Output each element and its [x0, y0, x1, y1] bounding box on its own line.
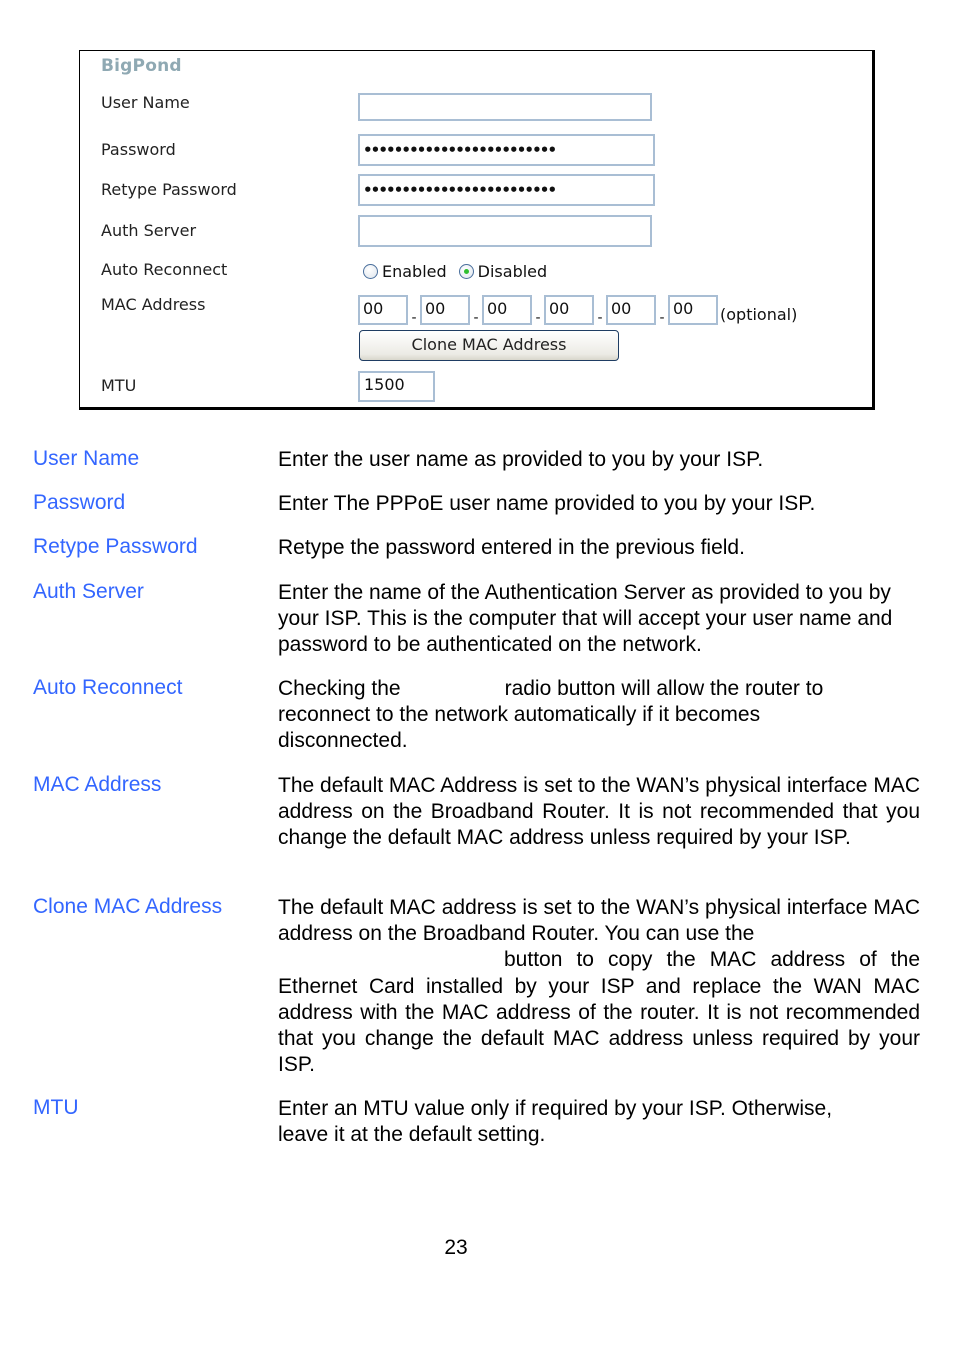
mac-octet-5-input[interactable]: 00 — [606, 295, 656, 325]
mac-separator: - — [473, 310, 479, 326]
desc-mac-address: The default MAC Address is set to the WA… — [278, 774, 920, 850]
auto-reconnect-radio-group: Enabled Disabled — [363, 262, 559, 281]
desc-password: Enter The PPPoE user name provided to yo… — [278, 492, 816, 515]
panel-title: BigPond — [101, 56, 182, 76]
desc-clone-mac-after: button to copy the MAC address of the Et… — [278, 948, 920, 1077]
term-mac-address: MAC Address — [33, 773, 162, 796]
mtu-input[interactable]: 1500 — [358, 371, 435, 402]
user-name-input[interactable] — [358, 93, 652, 121]
term-user-name: User Name — [33, 447, 140, 470]
disabled-radio[interactable] — [458, 264, 474, 279]
auto-reconnect-label: Auto Reconnect — [101, 260, 228, 279]
desc-retype-password: Retype the password entered in the previ… — [278, 536, 745, 559]
radio-selected-dot — [463, 269, 469, 274]
desc-auto-reconnect-before: Checking the — [278, 677, 401, 700]
enabled-radio-label[interactable]: Enabled — [382, 262, 447, 281]
mac-octet-6-input[interactable]: 00 — [668, 295, 718, 325]
desc-user-name: Enter the user name as provided to you b… — [278, 448, 764, 471]
desc-auth-server: Enter the name of the Authentication Ser… — [278, 581, 893, 657]
bigpond-settings-panel: BigPond User Name Password •••••••••••••… — [79, 50, 875, 410]
mac-separator: - — [659, 310, 665, 326]
retype-password-label: Retype Password — [101, 180, 237, 199]
clone-mac-address-button[interactable]: Clone MAC Address — [359, 330, 619, 361]
desc-clone-mac-before: The default MAC address is set to the WA… — [278, 896, 920, 946]
term-auto-reconnect: Auto Reconnect — [33, 676, 183, 699]
auth-server-label: Auth Server — [101, 221, 197, 240]
desc-mtu: Enter an MTU value only if required by y… — [278, 1097, 833, 1147]
mac-octet-2-input[interactable]: 00 — [420, 295, 470, 325]
term-retype-password: Retype Password — [33, 535, 198, 558]
mac-octet-4-input[interactable]: 00 — [544, 295, 594, 325]
blank-gap — [278, 965, 504, 966]
desc-clone-mac-address: The default MAC address is set to the WA… — [278, 895, 920, 1078]
mac-separator: - — [535, 310, 541, 326]
auth-server-input[interactable] — [358, 215, 652, 247]
mac-separator: - — [411, 310, 417, 326]
term-auth-server: Auth Server — [33, 580, 144, 603]
mtu-label: MTU — [101, 376, 137, 395]
disabled-radio-label[interactable]: Disabled — [478, 262, 548, 281]
term-password: Password — [33, 491, 126, 514]
password-input[interactable]: ••••••••••••••••••••••••• — [358, 134, 655, 166]
password-label: Password — [101, 140, 176, 159]
mac-address-fields: 00 - 00 - 00 - 00 - 00 - 00 (optional) — [358, 295, 797, 325]
user-name-label: User Name — [101, 93, 190, 112]
enabled-radio[interactable] — [363, 264, 378, 279]
mac-address-label: MAC Address — [101, 295, 206, 314]
retype-password-input[interactable]: ••••••••••••••••••••••••• — [358, 174, 655, 206]
term-clone-mac-address: Clone MAC Address — [33, 895, 223, 918]
desc-auto-reconnect: Checking the radio button will allow the … — [278, 676, 878, 755]
page-number: 23 — [444, 1236, 468, 1259]
mac-separator: - — [597, 310, 603, 326]
mac-optional-hint: (optional) — [720, 305, 798, 324]
term-mtu: MTU — [33, 1096, 79, 1119]
mac-octet-3-input[interactable]: 00 — [482, 295, 532, 325]
mac-octet-1-input[interactable]: 00 — [358, 295, 408, 325]
